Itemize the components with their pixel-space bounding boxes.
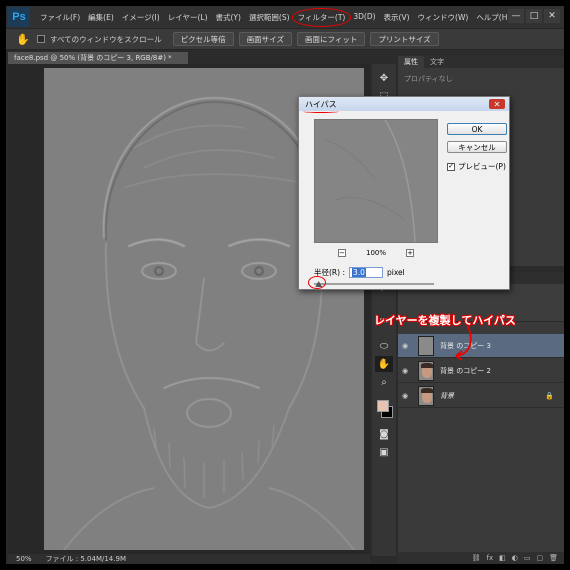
mask-icon[interactable]: ◧ (499, 554, 506, 562)
fit-screen-button[interactable]: 画面サイズ (238, 32, 292, 46)
scroll-all-label: すべてのウィンドウをスクロール (50, 34, 162, 44)
preview-zoom-level: 100% (365, 249, 386, 257)
layer-name: 背景 (440, 391, 454, 400)
new-layer-icon[interactable]: ▢ (536, 554, 543, 562)
hand-tool-icon[interactable]: ✋ (14, 31, 32, 47)
menu-filter[interactable]: フィルター(T) (291, 7, 352, 27)
menu-items: ファイル(F) 編集(E) イメージ(I) レイヤー(L) 書式(Y) 選択範囲… (36, 7, 514, 27)
menu-layer[interactable]: レイヤー(L) (164, 12, 212, 23)
document-tab[interactable]: face8.psd @ 50% (背景 のコピー 3, RGB/8#) * (8, 52, 188, 64)
dialog-titlebar: ハイパス ✕ (299, 97, 509, 113)
layer-thumbnail (418, 385, 434, 406)
preview-check-row: ✓ プレビュー(P) (447, 161, 506, 172)
properties-tabs: 属性 文字 (398, 56, 564, 68)
zoom-level[interactable]: 50% (16, 555, 32, 563)
file-info: ファイル : 5.04M/14.9M (45, 555, 126, 563)
maximize-button[interactable]: □ (526, 9, 542, 23)
hand-tool-button[interactable]: ✋ (375, 356, 393, 372)
filter-preview[interactable] (314, 119, 438, 243)
window-controls: — □ ✕ (508, 9, 560, 23)
radius-value: 3.0 (351, 268, 366, 277)
status-bar: 50% ファイル : 5.04M/14.9M (8, 554, 370, 564)
trash-icon[interactable]: 🗑 (549, 554, 558, 562)
close-button[interactable]: ✕ (544, 9, 560, 23)
menu-bar: Ps ファイル(F) 編集(E) イメージ(I) レイヤー(L) 書式(Y) 選… (6, 6, 564, 28)
link-icon[interactable]: ⛓ (472, 554, 481, 562)
lock-icon: 🔒 (545, 391, 554, 400)
tab-properties[interactable]: 属性 (398, 56, 424, 68)
fx-icon[interactable]: fx (487, 554, 494, 562)
layer-name: 背景 のコピー 2 (440, 366, 491, 375)
ok-button[interactable]: OK (447, 123, 507, 135)
preview-image (315, 119, 437, 243)
annotation-text: レイヤーを複製してハイパス (374, 314, 516, 327)
preview-checkbox[interactable]: ✓ (447, 162, 455, 171)
visibility-eye-icon[interactable]: ◉ (398, 367, 412, 375)
quick-mask-icon[interactable]: ◙ (375, 426, 393, 442)
ellipse-tool-icon[interactable]: ⬭ (375, 338, 393, 354)
minimize-button[interactable]: — (508, 9, 524, 23)
scroll-all-checkbox[interactable] (37, 35, 45, 43)
layer-thumbnail (418, 335, 434, 356)
layer-row[interactable]: ◉ 背景 のコピー 2 (398, 359, 564, 383)
menu-type[interactable]: 書式(Y) (212, 12, 245, 23)
move-tool-icon[interactable]: ✥ (375, 70, 393, 86)
cancel-button[interactable]: キャンセル (447, 141, 507, 153)
adjustment-icon[interactable]: ◐ (512, 554, 518, 562)
slider-highlight-circle (308, 276, 326, 289)
annotation-arrow-icon (455, 325, 472, 361)
menu-view[interactable]: 表示(V) (380, 12, 414, 23)
radius-slider-track[interactable] (314, 283, 434, 285)
screen-mode-icon[interactable]: ▣ (375, 444, 393, 460)
menu-select[interactable]: 選択範囲(S) (245, 12, 294, 23)
menu-3d[interactable]: 3D(D) (349, 12, 379, 23)
visibility-eye-icon[interactable]: ◉ (398, 342, 412, 350)
radius-input[interactable]: 3.0 (348, 267, 383, 278)
menu-window[interactable]: ウィンドウ(W) (414, 12, 473, 23)
zoom-out-button[interactable]: − (337, 249, 346, 257)
document-title: face8.psd @ 50% (背景 のコピー 3, RGB/8#) * (14, 54, 172, 62)
app-logo: Ps (8, 7, 30, 27)
preview-label: プレビュー(P) (458, 162, 506, 171)
properties-empty-text: プロパティなし (404, 75, 453, 83)
layer-row[interactable]: ◉ 背景 🔒 (398, 384, 564, 408)
fill-screen-button[interactable]: 画面にフィット (296, 32, 366, 46)
radius-row: 半径(R) : 3.0 pixel (314, 267, 405, 278)
photoshop-window: Ps ファイル(F) 編集(E) イメージ(I) レイヤー(L) 書式(Y) 選… (6, 6, 564, 564)
dialog-title: ハイパス (303, 99, 339, 113)
menu-edit[interactable]: 編集(E) (84, 12, 118, 23)
radius-unit: pixel (386, 268, 405, 277)
zoom-in-button[interactable]: + (406, 249, 414, 257)
layers-footer: ⛓ fx ◧ ◐ ▭ ▢ 🗑 (398, 552, 564, 564)
foreground-color-swatch[interactable] (377, 400, 389, 412)
layer-thumbnail (418, 360, 434, 381)
visibility-eye-icon[interactable]: ◉ (398, 392, 412, 400)
menu-image[interactable]: イメージ(I) (118, 12, 164, 23)
actual-pixels-button[interactable]: ピクセル等倍 (172, 32, 234, 46)
layer-row[interactable]: ◉ 背景 のコピー 3 (398, 334, 564, 358)
preview-zoom-row: − 100% + (314, 249, 438, 257)
dialog-close-button[interactable]: ✕ (489, 99, 505, 109)
folder-icon[interactable]: ▭ (524, 554, 531, 562)
tab-character[interactable]: 文字 (424, 56, 450, 68)
high-pass-dialog: ハイパス ✕ − 100% + 半径(R) : 3.0 pixel OK キャン… (298, 96, 510, 290)
print-size-button[interactable]: プリントサイズ (370, 32, 439, 46)
options-bar: ✋ すべてのウィンドウをスクロール ピクセル等倍 画面サイズ 画面にフィット プ… (6, 28, 564, 50)
menu-file[interactable]: ファイル(F) (36, 12, 84, 23)
